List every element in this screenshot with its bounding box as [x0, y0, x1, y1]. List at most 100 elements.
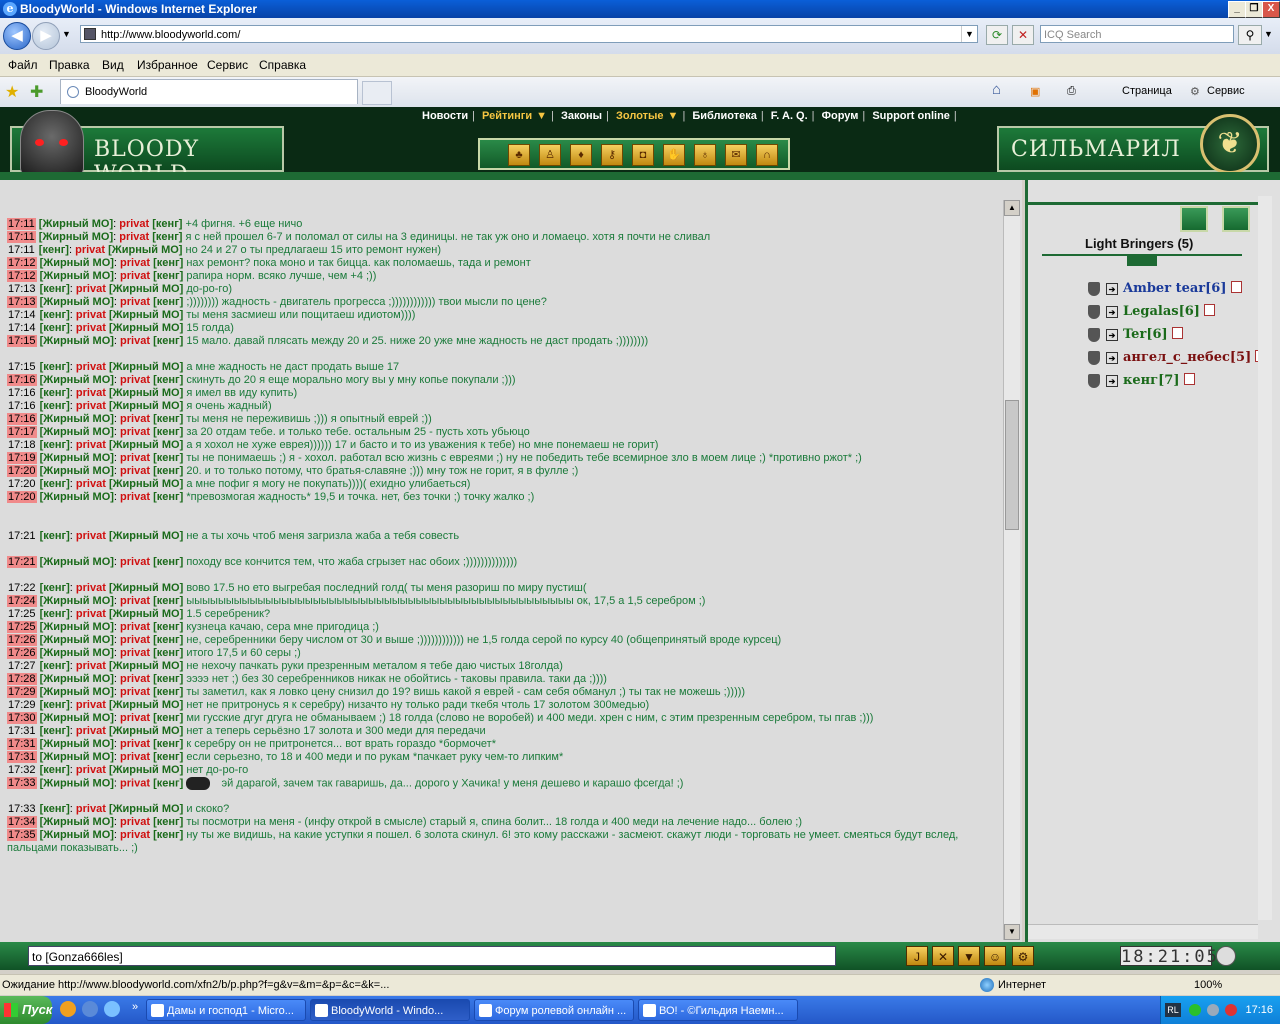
chat-recipient[interactable]: [кенг] [153, 452, 183, 464]
menu-file[interactable]: Файл [8, 58, 38, 72]
chat-sender[interactable]: [кенг] [40, 530, 70, 542]
chat-sender[interactable]: [кенг] [39, 244, 69, 256]
chat-recipient[interactable]: [кенг] [153, 777, 183, 789]
feeds-icon[interactable]: ▣ [1030, 85, 1040, 98]
search-icon[interactable]: ⚲ [1238, 25, 1262, 45]
chat-recipient[interactable]: [кенг] [153, 257, 183, 269]
chat-recipient[interactable]: [кенг] [153, 621, 183, 633]
chat-recipient[interactable]: [Жирный МО] [109, 322, 183, 334]
chat-sender[interactable]: [кенг] [40, 309, 70, 321]
scroll-thumb[interactable] [1005, 400, 1019, 530]
chat-recipient[interactable]: [кенг] [153, 816, 183, 828]
chat-recipient[interactable]: [Жирный МО] [109, 582, 183, 594]
chat-sender[interactable]: [кенг] [40, 361, 70, 373]
nav-support[interactable]: Support online [872, 110, 950, 122]
chat-sender[interactable]: [Жирный МО] [40, 556, 114, 568]
key-icon[interactable]: ⚷ [601, 144, 623, 166]
group-member[interactable]: ➔ ангел_с_небес[5] [1088, 350, 1267, 365]
chat-recipient[interactable]: [кенг] [153, 595, 183, 607]
group-flag-button[interactable] [1222, 206, 1250, 232]
chat-sender[interactable]: [Жирный МО] [39, 231, 113, 243]
smiley-button[interactable]: ☺ [984, 946, 1006, 966]
chat-recipient[interactable]: [кенг] [153, 491, 183, 503]
member-name[interactable]: кенг [1123, 373, 1158, 388]
chat-recipient[interactable]: [Жирный МО] [109, 439, 183, 451]
menu-tools[interactable]: Сервис [207, 58, 248, 72]
chat-sender[interactable]: [Жирный МО] [40, 673, 114, 685]
chat-recipient[interactable]: [кенг] [153, 296, 183, 308]
chat-recipient[interactable]: [кенг] [153, 738, 183, 750]
member-info-icon[interactable] [1171, 327, 1183, 339]
taskbar-item-forum[interactable]: Форум ролевой онлайн ... [474, 999, 634, 1021]
menu-edit[interactable]: Правка [49, 58, 90, 72]
chat-recipient[interactable]: [Жирный МО] [109, 608, 183, 620]
history-dropdown-icon[interactable]: ▼ [62, 29, 71, 39]
shield-icon[interactable]: ♦ [570, 144, 592, 166]
map-icon[interactable]: ◘ [632, 144, 654, 166]
chat-recipient[interactable]: [кенг] [153, 673, 183, 685]
chat-sender[interactable]: [Жирный МО] [40, 335, 114, 347]
chat-sender[interactable]: [кенг] [40, 764, 70, 776]
chat-recipient[interactable]: [Жирный МО] [109, 699, 183, 711]
chat-sender[interactable]: [Жирный МО] [40, 374, 114, 386]
new-tab-button[interactable] [362, 81, 392, 105]
bag-icon[interactable]: ♣ [508, 144, 530, 166]
back-button[interactable]: ◀ [3, 22, 31, 50]
chat-recipient[interactable]: [кенг] [153, 270, 183, 282]
chat-sender[interactable]: [Жирный МО] [40, 829, 114, 841]
chat-recipient[interactable]: [Жирный МО] [109, 725, 183, 737]
chat-sender[interactable]: [кенг] [40, 725, 70, 737]
chat-sender[interactable]: [кенг] [40, 582, 70, 594]
chat-sender[interactable]: [кенг] [40, 439, 70, 451]
minimize-button[interactable]: _ [1228, 1, 1246, 18]
chat-sender[interactable]: [Жирный МО] [40, 686, 114, 698]
private-message-icon[interactable]: ➔ [1106, 351, 1118, 364]
icq-quicklaunch-icon[interactable] [60, 1001, 76, 1017]
nav-gold[interactable]: Золотые [616, 110, 664, 122]
chat-sender[interactable]: [кенг] [40, 283, 70, 295]
chat-sender[interactable]: [Жирный МО] [40, 712, 114, 724]
chat-sender[interactable]: [кенг] [40, 660, 70, 672]
chat-sender[interactable]: [кенг] [40, 478, 70, 490]
chat-sender[interactable]: [Жирный МО] [40, 270, 114, 282]
chat-sender[interactable]: [Жирный МО] [40, 595, 114, 607]
private-message-icon[interactable]: ➔ [1106, 374, 1118, 387]
chat-recipient[interactable]: [кенг] [153, 335, 183, 347]
chat-recipient[interactable]: [Жирный МО] [109, 764, 183, 776]
character-icon[interactable]: ♙ [539, 144, 561, 166]
chat-sender[interactable]: [кенг] [40, 699, 70, 711]
private-message-icon[interactable]: ➔ [1106, 305, 1118, 318]
nav-laws[interactable]: Законы [561, 110, 602, 122]
favorites-star-icon[interactable]: ★ [5, 82, 19, 102]
member-name[interactable]: Ter [1123, 327, 1146, 342]
chat-recipient[interactable]: [кенг] [152, 218, 182, 230]
chat-recipient[interactable]: [кенг] [153, 751, 183, 763]
filter-button[interactable]: ▼ [958, 946, 980, 966]
zoom-level[interactable]: 100% [1194, 975, 1222, 995]
chat-recipient[interactable]: [Жирный МО] [109, 283, 183, 295]
add-favorite-icon[interactable]: ✚ [30, 82, 43, 102]
translit-button[interactable]: J [906, 946, 928, 966]
chat-sender[interactable]: [кенг] [40, 387, 70, 399]
chat-sender[interactable]: [кенг] [40, 608, 70, 620]
nav-ratings[interactable]: Рейтинги [482, 110, 532, 122]
mail-icon[interactable]: ✉ [725, 144, 747, 166]
tray-network-icon[interactable] [1207, 1004, 1219, 1016]
nav-faq[interactable]: F. A. Q. [771, 110, 808, 122]
scroll-down-icon[interactable]: ▼ [1004, 924, 1020, 940]
tools-menu[interactable]: Сервис [1207, 85, 1245, 97]
chat-sender[interactable]: [Жирный МО] [40, 751, 114, 763]
chat-recipient[interactable]: [Жирный МО] [109, 309, 183, 321]
chat-sender[interactable]: [Жирный МО] [40, 621, 114, 633]
group-member[interactable]: ➔ Ter[6] [1088, 327, 1183, 342]
media-quicklaunch-icon[interactable] [82, 1001, 98, 1017]
refresh-icon[interactable]: ⟳ [986, 25, 1008, 45]
close-button[interactable]: X [1262, 1, 1280, 18]
chat-recipient[interactable]: [кенг] [153, 647, 183, 659]
chat-scrollbar[interactable]: ▲ ▼ [1003, 200, 1020, 940]
chat-recipient[interactable]: [кенг] [153, 712, 183, 724]
nav-news[interactable]: Новости [422, 110, 468, 122]
chat-recipient[interactable]: [Жирный МО] [109, 387, 183, 399]
tab-bloodyworld[interactable]: BloodyWorld [60, 79, 358, 104]
address-field[interactable]: http://www.bloodyworld.com/ ▼ [80, 25, 978, 43]
